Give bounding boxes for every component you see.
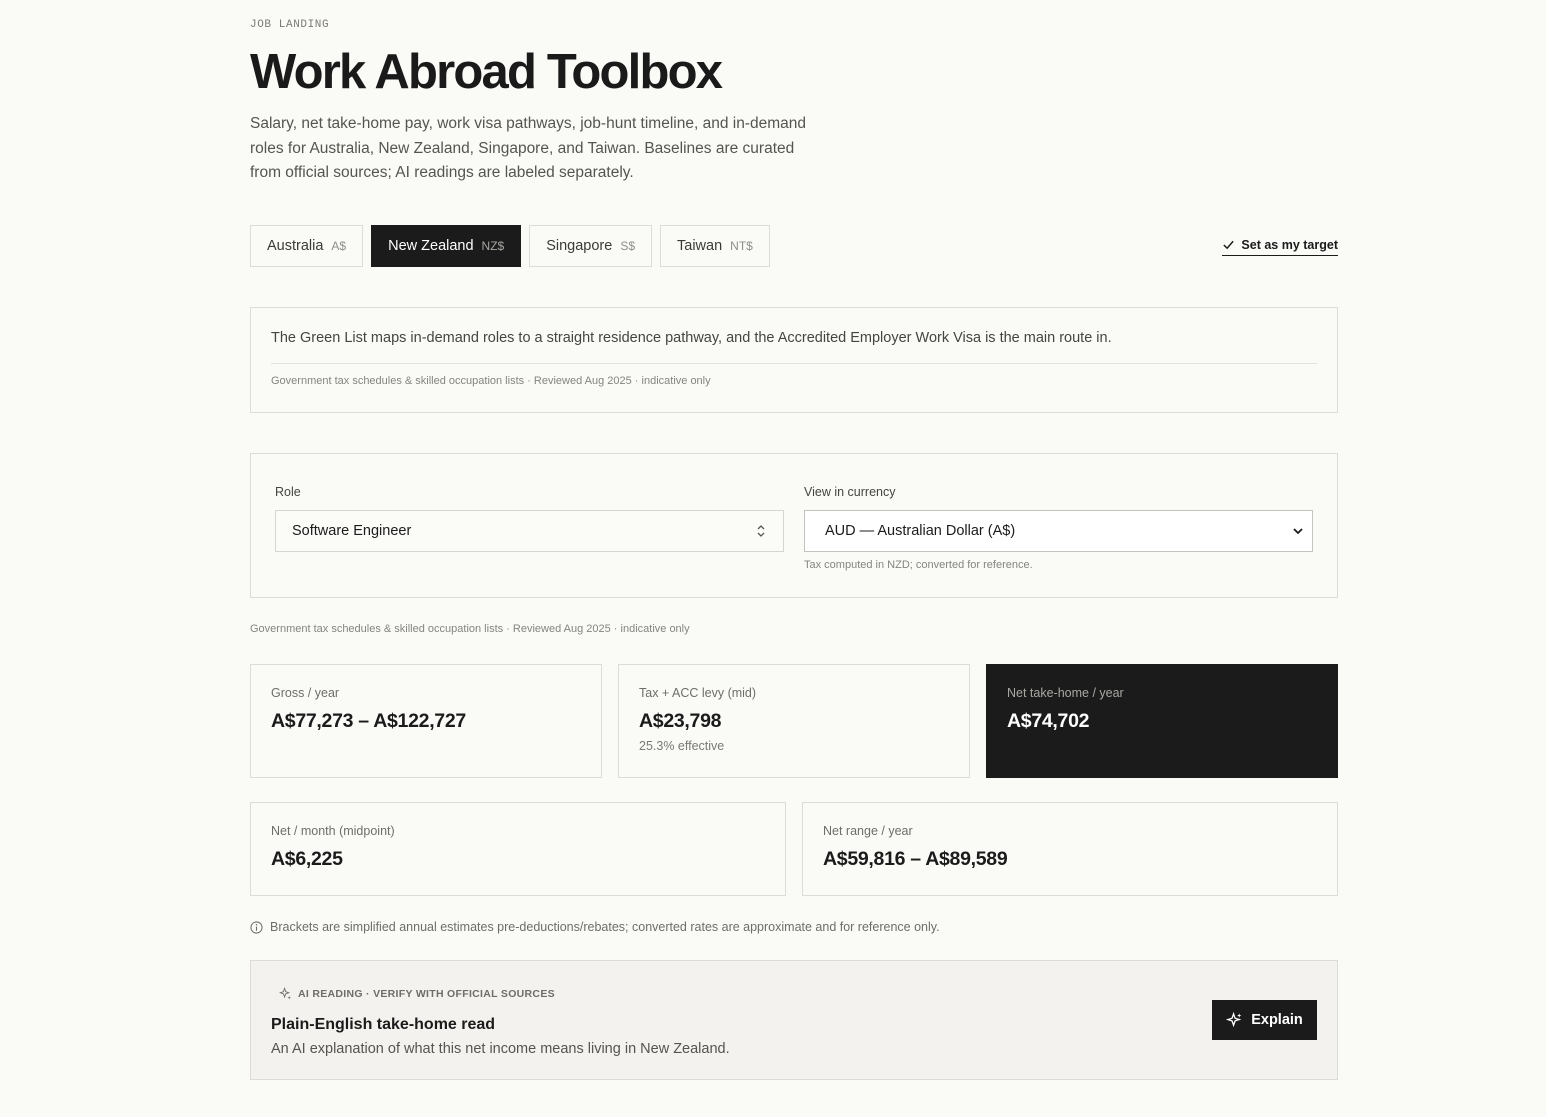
page-title: Work Abroad Toolbox xyxy=(250,45,723,99)
country-tabs: Australia A$ New Zealand NZ$ Singapore S… xyxy=(250,225,770,267)
page-eyebrow: JOB LANDING xyxy=(250,19,330,31)
source-note: Government tax schedules & skilled occup… xyxy=(271,375,711,387)
sparkle-icon xyxy=(279,987,292,1000)
chevron-up-down-icon xyxy=(757,525,765,537)
divider xyxy=(271,363,1317,364)
role-select[interactable]: Software Engineer xyxy=(275,510,784,552)
net-month-card: Net / month (midpoint) A$6,225 xyxy=(250,802,786,896)
tab-label: Taiwan xyxy=(677,238,723,254)
gross-value: A$77,273 – A$122,727 xyxy=(271,710,466,732)
tax-card: Tax + ACC levy (mid) A$23,798 25.3% effe… xyxy=(618,664,970,778)
disclaimer-note: Brackets are simplified annual estimates… xyxy=(250,920,940,934)
tab-label: Australia xyxy=(267,238,324,254)
selector-panel: Role Software Engineer View in currency … xyxy=(250,453,1338,598)
tab-currency: NT$ xyxy=(730,239,753,253)
net-value: A$74,702 xyxy=(1007,710,1090,732)
role-label: Role xyxy=(275,485,301,499)
ai-title: Plain-English take-home read xyxy=(271,1016,496,1033)
net-range-card: Net range / year A$59,816 – A$89,589 xyxy=(802,802,1338,896)
currency-select[interactable]: AUD — Australian Dollar (A$) xyxy=(804,510,1313,552)
tab-australia[interactable]: Australia A$ xyxy=(250,225,364,267)
tax-label: Tax + ACC levy (mid) xyxy=(639,686,757,700)
sparkle-icon xyxy=(1226,1011,1242,1027)
net-card: Net take-home / year A$74,702 xyxy=(986,664,1338,778)
tab-new-zealand[interactable]: New Zealand NZ$ xyxy=(371,225,522,267)
tax-effective-rate: 25.3% effective xyxy=(639,739,725,753)
explain-button[interactable]: Explain xyxy=(1212,1000,1317,1040)
net-range-value: A$59,816 – A$89,589 xyxy=(823,848,1008,870)
page-intro: Salary, net take-home pay, work visa pat… xyxy=(250,115,806,181)
country-info-box: The Green List maps in-demand roles to a… xyxy=(250,307,1338,413)
tab-singapore[interactable]: Singapore S$ xyxy=(529,225,653,267)
country-summary: The Green List maps in-demand roles to a… xyxy=(271,330,1112,346)
chevron-down-icon xyxy=(1293,528,1303,535)
gross-card: Gross / year A$77,273 – A$122,727 xyxy=(250,664,602,778)
currency-note: Tax computed in NZD; converted for refer… xyxy=(804,559,1033,571)
tab-currency: A$ xyxy=(331,239,347,253)
ai-eyebrow: AI READING · VERIFY WITH OFFICIAL SOURCE… xyxy=(279,987,555,1000)
tab-label: Singapore xyxy=(546,238,613,254)
ai-description: An AI explanation of what this net incom… xyxy=(271,1041,730,1057)
gross-label: Gross / year xyxy=(271,686,340,700)
net-label: Net take-home / year xyxy=(1007,686,1124,700)
role-value: Software Engineer xyxy=(292,523,412,539)
ai-eyebrow-label: AI READING · VERIFY WITH OFFICIAL SOURCE… xyxy=(298,987,555,1000)
net-month-label: Net / month (midpoint) xyxy=(271,824,395,838)
tab-currency: NZ$ xyxy=(481,239,505,253)
tab-taiwan[interactable]: Taiwan NT$ xyxy=(660,225,770,267)
currency-label: View in currency xyxy=(804,485,896,499)
tax-value: A$23,798 xyxy=(639,710,722,732)
info-icon xyxy=(250,920,263,934)
set-target-link[interactable]: Set as my target xyxy=(1222,236,1338,256)
net-month-value: A$6,225 xyxy=(271,848,343,870)
tab-currency: S$ xyxy=(620,239,636,253)
net-range-label: Net range / year xyxy=(823,824,913,838)
ai-reading-panel: AI READING · VERIFY WITH OFFICIAL SOURCE… xyxy=(250,960,1338,1080)
explain-label: Explain xyxy=(1251,1012,1303,1028)
source-note: Government tax schedules & skilled occup… xyxy=(250,623,690,635)
set-target-label: Set as my target xyxy=(1241,237,1338,252)
check-icon xyxy=(1223,240,1235,250)
currency-value: AUD — Australian Dollar (A$) xyxy=(825,523,1016,539)
disclaimer-text: Brackets are simplified annual estimates… xyxy=(270,920,940,934)
tab-label: New Zealand xyxy=(388,238,474,254)
